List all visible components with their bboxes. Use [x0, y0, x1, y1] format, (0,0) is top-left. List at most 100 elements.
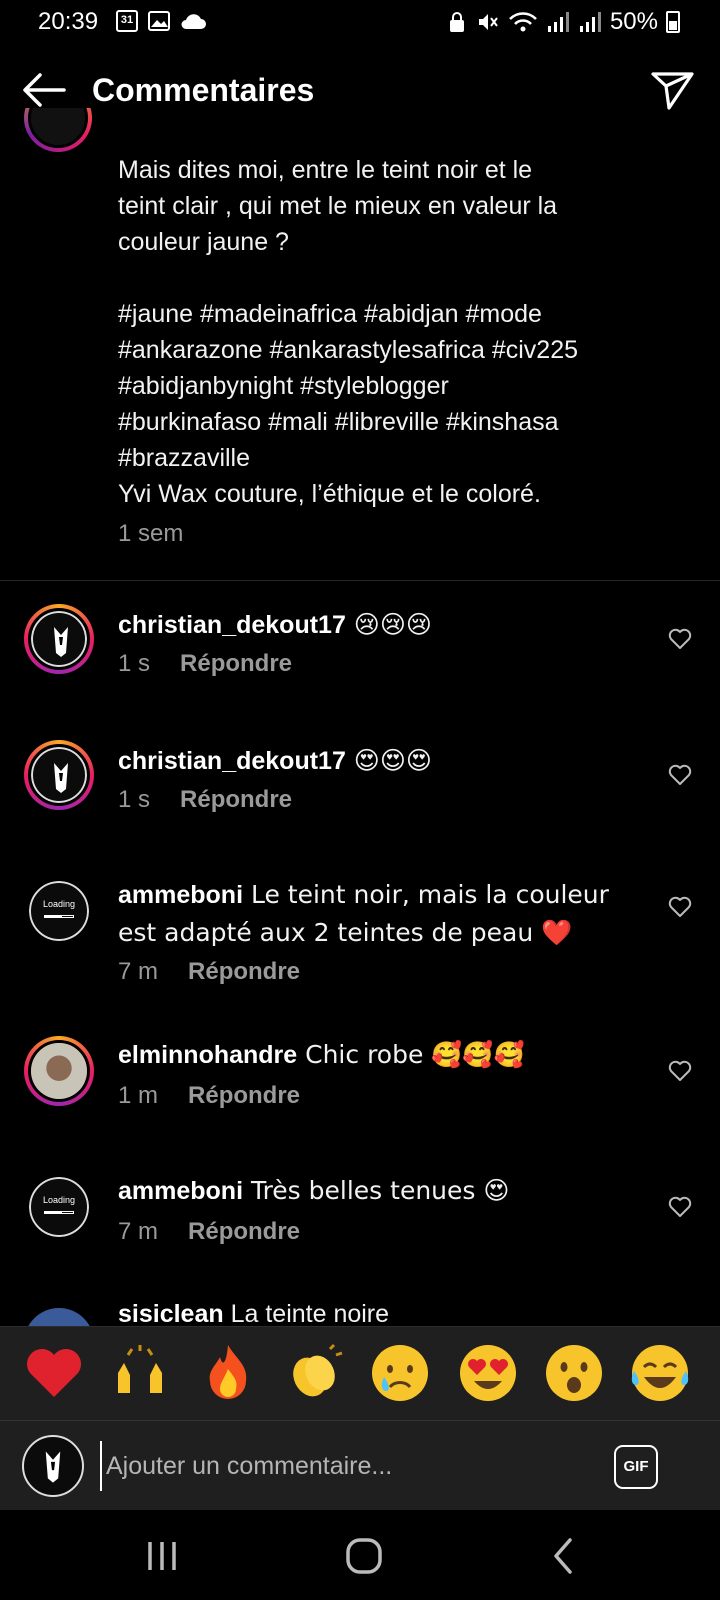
caption-hashtags[interactable]: #abidjanbynight #styleblogger [118, 368, 678, 404]
comment-meta: 1 m Répondre [118, 1082, 300, 1110]
comment-text: ammeboni Très belles tenues 😍 [118, 1172, 638, 1210]
comment-item: sisiclean La teinte noire [0, 1304, 720, 1326]
caption-timestamp: 1 sem [118, 520, 184, 547]
comment-text: sisiclean La teinte noire [118, 1304, 638, 1326]
gallery-icon [148, 11, 170, 31]
divider [0, 580, 720, 581]
caption-line: couleur jaune ? [118, 228, 289, 256]
comment-username[interactable]: elminnohandre [118, 1041, 297, 1069]
suit-logo-icon [45, 1451, 61, 1483]
signal-icon-2 [579, 12, 601, 32]
reply-button[interactable]: Répondre [180, 650, 292, 677]
heart-icon[interactable] [668, 764, 692, 786]
avatar[interactable] [24, 604, 94, 674]
avatar-loading-bar [44, 1211, 74, 1214]
comment-username[interactable]: ammeboni [118, 881, 243, 909]
post-caption: Mais dites moi, entre le teint noir et l… [118, 152, 678, 512]
battery-icon [666, 11, 680, 33]
avatar[interactable] [24, 740, 94, 810]
heart-icon[interactable] [668, 1196, 692, 1218]
status-time: 20:39 [38, 8, 99, 35]
avatar-loading-text: Loading [42, 1195, 76, 1205]
calendar-icon: 31 [116, 10, 138, 32]
heart-icon[interactable] [668, 1060, 692, 1082]
reply-button[interactable]: Répondre [188, 1082, 300, 1109]
comment-time: 1 s [118, 786, 151, 813]
mute-icon [478, 14, 498, 30]
heart-eyes-emoji[interactable] [456, 1341, 520, 1405]
avatar[interactable] [24, 1036, 94, 1106]
heart-icon[interactable] [668, 628, 692, 650]
caption-hashtags[interactable]: #jaune #madeinafrica #abidjan #mode [118, 296, 678, 332]
caption-line [118, 260, 678, 296]
comment-text: christian_dekout17 😢😢😢 [118, 606, 638, 644]
comment-time: 7 m [118, 1218, 159, 1245]
heart-icon[interactable] [668, 896, 692, 918]
home-icon[interactable] [334, 1532, 394, 1580]
suit-logo-icon [54, 627, 68, 657]
comment-body: La teinte noire [223, 1304, 390, 1326]
avatar[interactable] [24, 1308, 94, 1326]
caption-line: Mais dites moi, entre le teint noir et l… [118, 156, 533, 184]
cloud-icon [181, 14, 206, 29]
comment-meta: 7 m Répondre [118, 1218, 300, 1246]
reply-button[interactable]: Répondre [180, 786, 292, 813]
avatar[interactable]: Loading [24, 1172, 94, 1242]
comment-text: ammeboni Le teint noir, mais la couleur … [118, 876, 638, 952]
gif-button[interactable]: GIF [614, 1445, 658, 1489]
comment-meta: 1 s Répondre [118, 650, 292, 678]
comment-body: Chic robe 🥰🥰🥰 [297, 1040, 525, 1069]
suit-logo-icon [54, 763, 68, 793]
comment-meta: 7 m Répondre [118, 958, 300, 986]
avatar[interactable]: Loading [24, 876, 94, 946]
comment-body: 😍😍😍 [345, 746, 432, 775]
notification-icons: 31 [116, 10, 206, 32]
clapping-hands-emoji[interactable] [282, 1341, 346, 1405]
caption-line: teint clair , qui met le mieux en valeur… [118, 192, 558, 220]
red-heart-emoji[interactable] [22, 1341, 86, 1405]
profile-photo [31, 1043, 87, 1099]
comment-meta: 1 s Répondre [118, 786, 292, 814]
comment-username[interactable]: ammeboni [118, 1177, 243, 1205]
comment-time: 1 s [118, 650, 151, 677]
avatar-loading-text: Loading [42, 899, 76, 909]
signal-icon [547, 12, 569, 32]
comment-username[interactable]: christian_dekout17 [118, 611, 346, 639]
fire-emoji[interactable] [196, 1341, 260, 1405]
caption-hashtags[interactable]: #brazzaville [118, 440, 678, 476]
caption-avatar[interactable] [24, 108, 92, 154]
recent-apps-icon[interactable] [132, 1532, 192, 1580]
back-arrow-icon[interactable] [20, 70, 68, 110]
my-avatar [22, 1435, 84, 1497]
tears-of-joy-emoji[interactable] [628, 1341, 692, 1405]
emoji-reaction-tray [0, 1326, 720, 1420]
system-nav-bar [0, 1510, 720, 1600]
comment-input[interactable] [100, 1441, 580, 1491]
comment-username[interactable]: sisiclean [118, 1304, 224, 1326]
caption-line: Yvi Wax couture, l’éthique et le coloré. [118, 480, 541, 508]
lock-icon [449, 12, 464, 32]
status-right: 50% [446, 8, 680, 36]
battery-percent: 50% [609, 8, 658, 35]
caption-hashtags[interactable]: #burkinafaso #mali #libreville #kinshasa [118, 404, 678, 440]
caption-hashtags[interactable]: #ankarazone #ankarastylesafrica #civ225 [118, 332, 678, 368]
comment-body: 😢😢😢 [345, 610, 432, 639]
wifi-icon [509, 12, 537, 32]
comment-body: Très belles tenues 😍 [243, 1176, 510, 1205]
comment-composer: GIF [0, 1420, 720, 1510]
raising-hands-emoji[interactable] [108, 1341, 172, 1405]
avatar-loading-bar [44, 915, 74, 918]
back-nav-icon[interactable] [534, 1532, 594, 1580]
reply-button[interactable]: Répondre [188, 1218, 300, 1245]
send-icon[interactable] [650, 68, 696, 112]
comment-username[interactable]: christian_dekout17 [118, 747, 346, 775]
page-title: Commentaires [92, 72, 315, 108]
header: Commentaires [0, 56, 720, 126]
status-bar: 20:39 31 50% [0, 0, 720, 48]
surprised-face-emoji[interactable] [542, 1341, 606, 1405]
comment-text: elminnohandre Chic robe 🥰🥰🥰 [118, 1036, 638, 1074]
comment-time: 1 m [118, 1082, 159, 1109]
crying-face-emoji[interactable] [368, 1341, 432, 1405]
comment-text: christian_dekout17 😍😍😍 [118, 742, 638, 780]
reply-button[interactable]: Répondre [188, 958, 300, 985]
